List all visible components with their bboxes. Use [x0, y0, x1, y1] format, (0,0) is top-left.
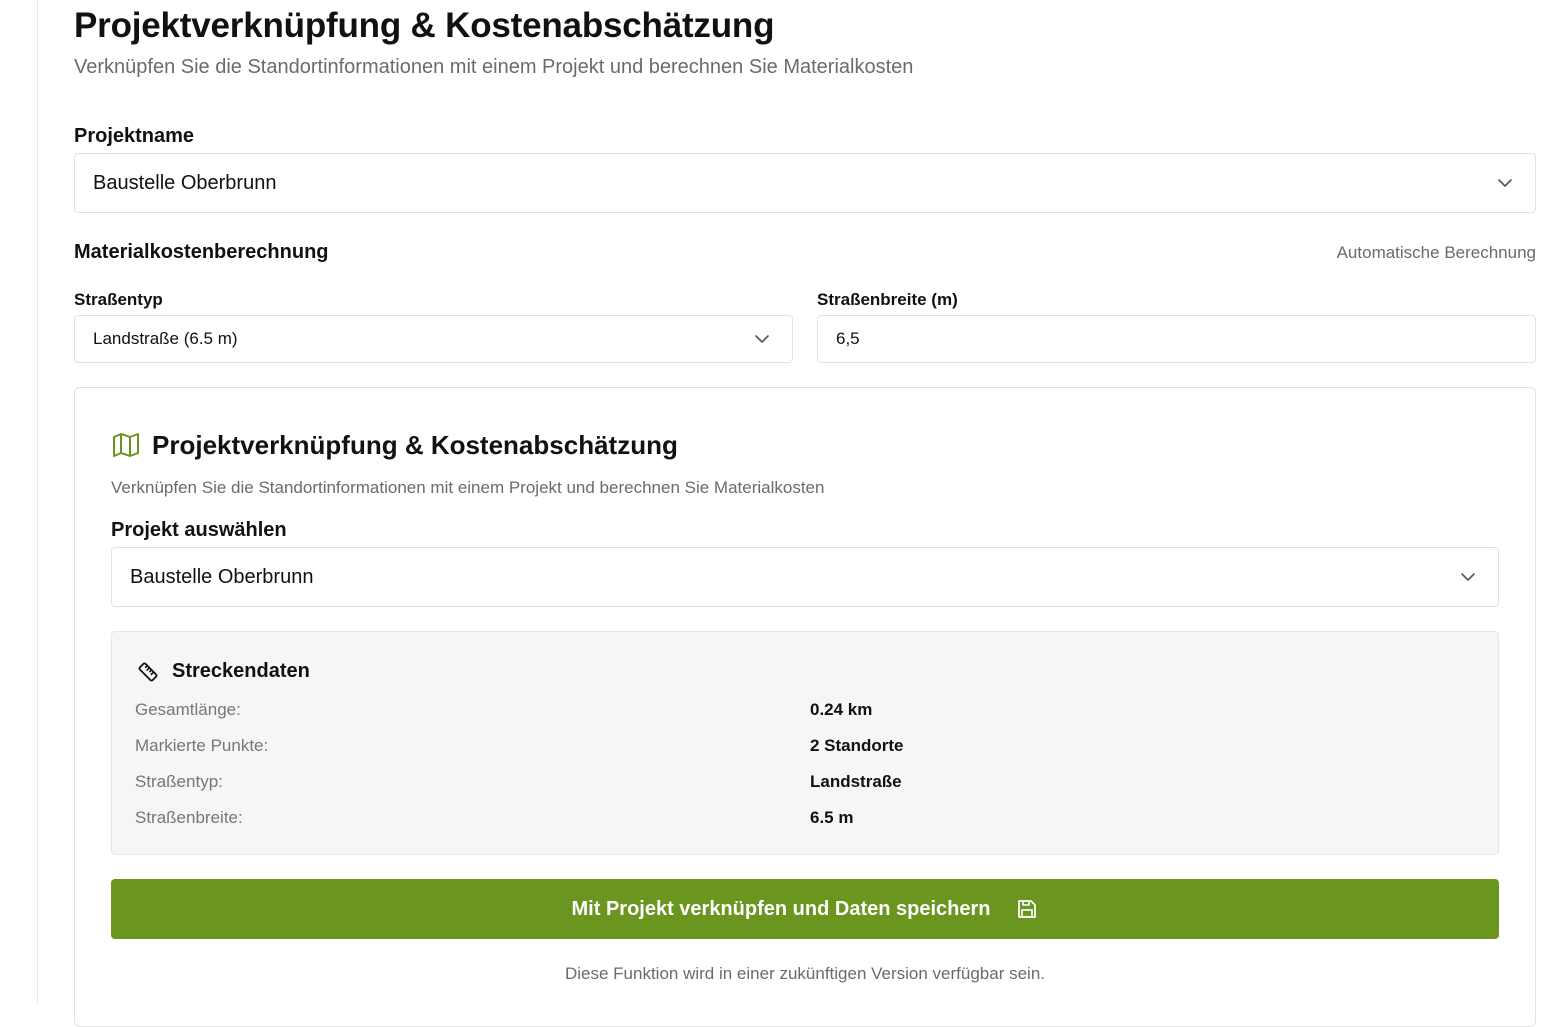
- road-type-label: Straßentyp: [74, 290, 163, 309]
- chevron-down-icon: [1461, 573, 1475, 581]
- material-costs-title: Materialkostenberechnung: [74, 241, 329, 263]
- project-name-select[interactable]: Baustelle Oberbrunn: [74, 153, 1536, 213]
- calculation-mode-label: Automatische Berechnung: [1336, 243, 1536, 262]
- project-name-label: Projektname: [74, 125, 195, 147]
- card-subtitle: Verknüpfen Sie die Standortinformationen…: [111, 478, 825, 497]
- chevron-down-icon: [755, 335, 769, 343]
- stat-label-road-width: Straßenbreite:: [135, 808, 243, 827]
- route-data-title: Streckendaten: [172, 660, 310, 682]
- save-link-button-label: Mit Projekt verknüpfen und Daten speiche…: [571, 897, 991, 920]
- save-link-button[interactable]: Mit Projekt verknüpfen und Daten speiche…: [111, 879, 1499, 939]
- stat-label-road-type: Straßentyp:: [135, 772, 223, 791]
- page-subtitle: Verknüpfen Sie die Standortinformationen…: [74, 56, 914, 78]
- road-width-value: 6,5: [836, 329, 860, 348]
- route-data-panel: [111, 631, 1499, 855]
- stat-label-total-length: Gesamtlänge:: [135, 700, 241, 719]
- project-select-value: Baustelle Oberbrunn: [130, 565, 314, 588]
- card-title: Projektverknüpfung & Kostenabschätzung: [152, 430, 678, 460]
- sidebar-edge: [0, 0, 38, 1003]
- road-width-label: Straßenbreite (m): [817, 290, 958, 309]
- road-width-input[interactable]: 6,5: [817, 315, 1536, 363]
- project-select[interactable]: Baustelle Oberbrunn: [111, 547, 1499, 607]
- save-icon: [1018, 900, 1037, 918]
- stat-value-total-length: 0.24 km: [810, 700, 873, 719]
- road-type-select[interactable]: Landstraße (6.5 m): [74, 315, 793, 363]
- stat-value-road-width: 6.5 m: [810, 808, 854, 827]
- stat-label-marked-points: Markierte Punkte:: [135, 736, 269, 755]
- road-type-value: Landstraße (6.5 m): [93, 329, 238, 348]
- stat-value-marked-points: 2 Standorte: [810, 736, 904, 755]
- stat-value-road-type: Landstraße: [810, 772, 902, 791]
- project-name-value: Baustelle Oberbrunn: [93, 171, 277, 194]
- ruler-icon: [138, 662, 158, 682]
- map-icon: [113, 433, 139, 457]
- feature-footnote: Diese Funktion wird in einer zukünftigen…: [564, 964, 1046, 983]
- chevron-down-icon: [1498, 179, 1512, 187]
- page-title: Projektverknüpfung & Kostenabschätzung: [74, 6, 775, 45]
- project-select-label: Projekt auswählen: [111, 519, 287, 541]
